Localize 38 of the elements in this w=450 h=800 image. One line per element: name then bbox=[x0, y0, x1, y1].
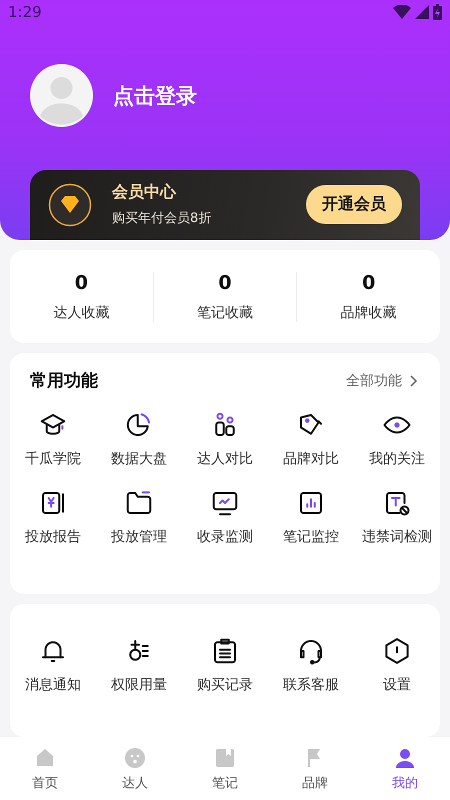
login-link[interactable]: 点击登录 bbox=[113, 82, 197, 110]
battery-icon bbox=[433, 4, 442, 20]
function-label[interactable]: 投放管理 bbox=[111, 528, 167, 546]
function-label[interactable]: 品牌对比 bbox=[283, 450, 339, 468]
section-title: 常用功能 bbox=[30, 370, 98, 392]
function-label[interactable]: 违禁词检测 bbox=[362, 528, 432, 546]
signal-icon bbox=[415, 5, 429, 20]
function-label[interactable]: 我的关注 bbox=[369, 450, 425, 468]
function-label[interactable]: 笔记监控 bbox=[283, 528, 339, 546]
tool-label[interactable]: 购买记录 bbox=[197, 676, 253, 694]
function-label[interactable]: 千瓜学院 bbox=[25, 450, 81, 468]
stat-value: 0 bbox=[74, 272, 88, 294]
tool-label[interactable]: 设置 bbox=[383, 676, 411, 694]
stat-value: 0 bbox=[218, 272, 232, 294]
stat-label[interactable]: 达人收藏 bbox=[53, 304, 110, 322]
function-label[interactable]: 达人对比 bbox=[197, 450, 253, 468]
function-label[interactable]: 投放报告 bbox=[25, 528, 81, 546]
nav-tab[interactable]: 首页 bbox=[0, 737, 90, 800]
tool-label[interactable]: 权限用量 bbox=[111, 676, 167, 694]
avatar[interactable] bbox=[30, 64, 93, 128]
all-functions-link[interactable]: 全部功能 bbox=[346, 372, 420, 390]
nav-tab[interactable]: 品牌 bbox=[270, 737, 360, 800]
membership-subtitle: 购买年付会员8折 bbox=[112, 210, 212, 228]
wifi-icon bbox=[393, 5, 411, 20]
join-button[interactable]: 开通会员 bbox=[306, 185, 402, 224]
membership-title: 会员中心 bbox=[112, 182, 178, 204]
tool-label[interactable]: 联系客服 bbox=[283, 676, 339, 694]
status-time: 1:29 bbox=[8, 3, 42, 22]
stat-label[interactable]: 笔记收藏 bbox=[197, 304, 253, 322]
stat-label[interactable]: 品牌收藏 bbox=[340, 304, 397, 322]
function-label[interactable]: 数据大盘 bbox=[111, 450, 167, 468]
nav-tab[interactable]: 笔记 bbox=[180, 737, 270, 800]
stat-value: 0 bbox=[362, 272, 376, 294]
tool-label[interactable]: 消息通知 bbox=[25, 676, 81, 694]
nav-tab[interactable]: 我的 bbox=[360, 737, 450, 800]
function-label[interactable]: 收录监测 bbox=[197, 528, 253, 546]
nav-tab[interactable]: 达人 bbox=[90, 737, 180, 800]
face-icon bbox=[123, 746, 147, 770]
